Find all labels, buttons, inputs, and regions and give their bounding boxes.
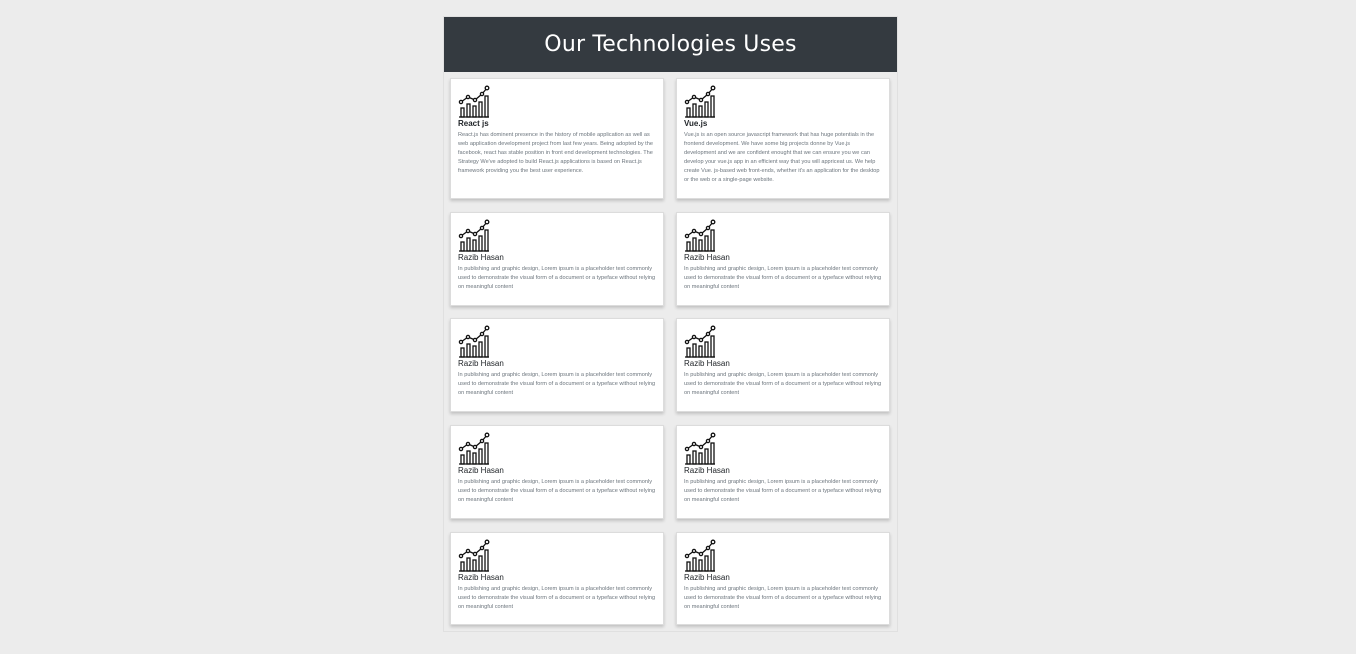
card-description: In publishing and graphic design, Lorem … <box>684 586 882 610</box>
technology-card: Razib Hasan In publishing and graphic de… <box>450 212 664 306</box>
card-title: Razib Hasan <box>458 573 504 582</box>
chart-icon <box>458 85 490 118</box>
card-title: Razib Hasan <box>458 253 504 262</box>
card-description: In publishing and graphic design, Lorem … <box>458 372 656 396</box>
card-title: Razib Hasan <box>684 359 730 368</box>
chart-icon <box>684 85 716 118</box>
technology-card: Razib Hasan In publishing and graphic de… <box>676 212 890 306</box>
card-title: Razib Hasan <box>458 359 504 368</box>
card-description: Vue.js is an open source javascript fram… <box>684 132 880 183</box>
chart-icon <box>458 432 490 465</box>
card-title: Vue.js <box>684 119 708 128</box>
card-title: Razib Hasan <box>684 253 730 262</box>
technologies-panel: Our Technologies Uses React js React.js … <box>443 16 898 632</box>
page-title: Our Technologies Uses <box>444 17 897 72</box>
card-title: Razib Hasan <box>684 466 730 475</box>
card-title: React js <box>458 119 489 128</box>
technology-card: Razib Hasan In publishing and graphic de… <box>450 532 664 625</box>
technology-card: Razib Hasan In publishing and graphic de… <box>676 425 890 519</box>
chart-icon <box>684 325 716 358</box>
chart-icon <box>458 325 490 358</box>
technology-card: Razib Hasan In publishing and graphic de… <box>450 425 664 519</box>
card-title: Razib Hasan <box>684 573 730 582</box>
technology-card: Vue.js Vue.js is an open source javascri… <box>676 78 890 199</box>
chart-icon <box>684 432 716 465</box>
technology-card: Razib Hasan In publishing and graphic de… <box>676 318 890 412</box>
chart-icon <box>458 539 490 572</box>
technology-card: Razib Hasan In publishing and graphic de… <box>450 318 664 412</box>
card-title: Razib Hasan <box>458 466 504 475</box>
card-description: In publishing and graphic design, Lorem … <box>684 266 882 290</box>
chart-icon <box>684 219 716 252</box>
card-description: React.js has dominent presence in the hi… <box>458 132 653 174</box>
card-description: In publishing and graphic design, Lorem … <box>684 479 882 503</box>
card-description: In publishing and graphic design, Lorem … <box>684 372 882 396</box>
chart-icon <box>684 539 716 572</box>
card-description: In publishing and graphic design, Lorem … <box>458 586 656 610</box>
technology-card: React js React.js has dominent presence … <box>450 78 664 199</box>
card-description: In publishing and graphic design, Lorem … <box>458 266 656 290</box>
technology-card: Razib Hasan In publishing and graphic de… <box>676 532 890 625</box>
card-description: In publishing and graphic design, Lorem … <box>458 479 656 503</box>
chart-icon <box>458 219 490 252</box>
